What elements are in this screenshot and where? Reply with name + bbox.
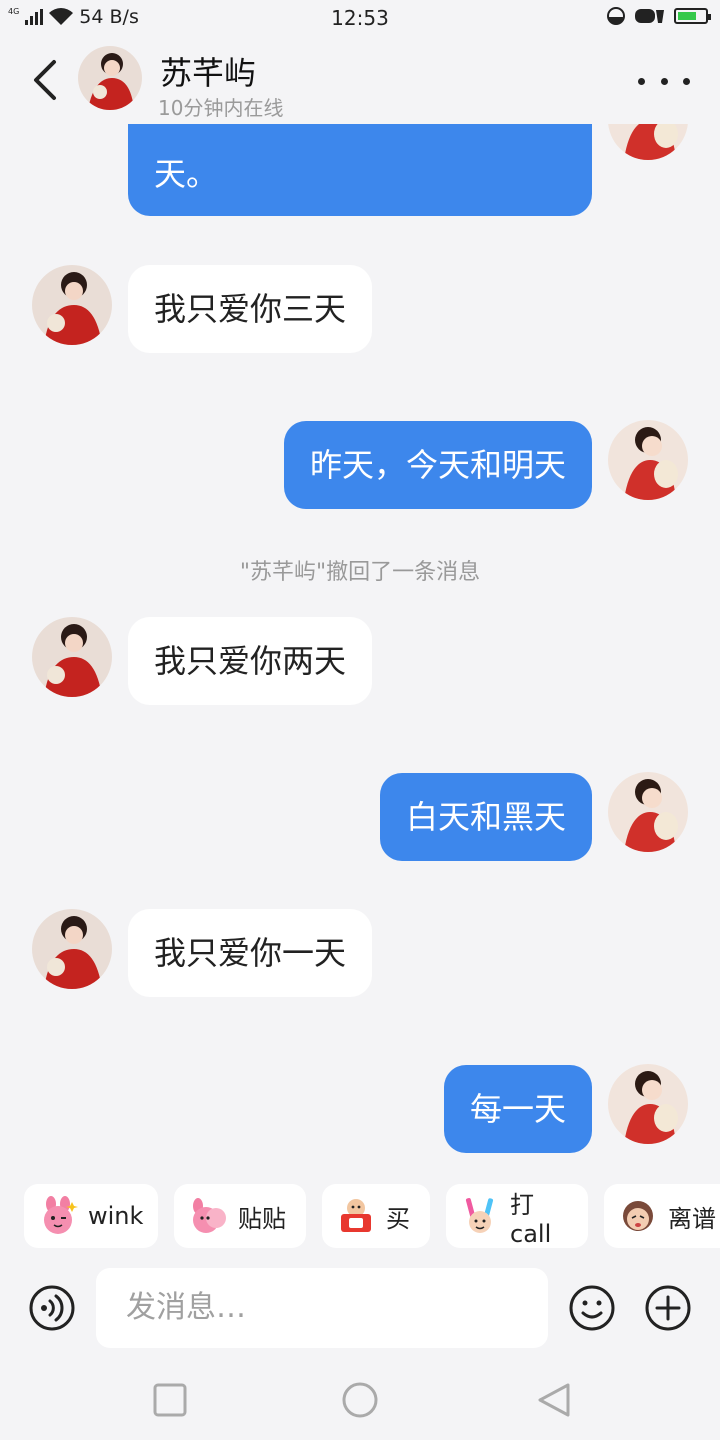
back-nav-icon[interactable] — [536, 1382, 572, 1418]
recent-apps-icon[interactable] — [152, 1382, 188, 1418]
status-bar: 4G 54 B/s 12:53 — [0, 0, 720, 38]
message-incoming: 我只爱你三天 — [0, 264, 720, 354]
quick-reaction-label: 离谱 — [668, 1204, 716, 1233]
message-text: 昨天，今天和明天 — [309, 446, 566, 484]
message-incoming: 我只爱你一天 — [0, 908, 720, 998]
message-text: 我只爱你一天 — [154, 934, 347, 972]
battery-icon — [674, 8, 711, 24]
outrageous-sticker-icon — [623, 1201, 653, 1231]
message-input[interactable]: 发消息… — [96, 1268, 548, 1348]
quick-reaction-lipu[interactable]: 离谱 — [604, 1184, 720, 1248]
quick-reaction-label: 打call — [510, 1190, 552, 1248]
contact-message-avatar[interactable] — [32, 909, 112, 989]
voice-input-icon[interactable] — [28, 1284, 76, 1332]
quick-reaction-tietie[interactable]: 贴贴 — [174, 1184, 306, 1248]
message-outgoing: 昨天，今天和明天 — [0, 420, 720, 510]
message-bubble[interactable]: 每一天 — [443, 1065, 592, 1153]
dnd-icon — [607, 7, 625, 25]
chat-header: 苏芊屿 10分钟内在线 — [0, 38, 720, 124]
recall-notice: "苏芊屿"撤回了一条消息 — [239, 560, 481, 585]
bunny-wink-sticker-icon — [44, 1196, 78, 1234]
quick-reaction-wink[interactable]: wink — [24, 1184, 158, 1248]
emoji-icon[interactable] — [568, 1284, 616, 1332]
message-composer: 发消息… — [0, 1268, 720, 1360]
message-text: 我只爱你三天 — [154, 290, 347, 328]
contact-avatar[interactable] — [78, 46, 142, 110]
message-text: 白天和黑天 — [405, 798, 566, 836]
home-icon[interactable] — [340, 1380, 380, 1420]
message-text: 我只爱你两天 — [154, 642, 347, 680]
contact-message-avatar[interactable] — [32, 617, 112, 697]
status-right — [606, 6, 711, 26]
more-options-icon[interactable] — [638, 66, 690, 96]
buy-sign-sticker-icon — [341, 1199, 371, 1232]
contact-message-avatar[interactable] — [32, 265, 112, 345]
message-bubble[interactable]: 我只爱你三天 — [128, 265, 373, 353]
quick-reaction-label: 买 — [386, 1204, 410, 1233]
message-text: 每一天 — [469, 1090, 566, 1128]
message-list: 天。 我只爱你三天 昨天，今天和明天 "苏芊屿"撤回了一条消息 我只爱你两天 白… — [0, 124, 720, 1160]
my-avatar[interactable] — [608, 124, 688, 160]
message-outgoing: 天。 — [0, 124, 720, 224]
message-outgoing: 每一天 — [0, 1064, 720, 1154]
my-avatar[interactable] — [608, 772, 688, 852]
quick-reaction-buy[interactable]: 买 — [322, 1184, 430, 1248]
my-avatar[interactable] — [608, 420, 688, 500]
message-bubble[interactable]: 白天和黑天 — [379, 773, 592, 861]
message-text: 天。 — [154, 155, 219, 193]
message-bubble[interactable]: 昨天，今天和明天 — [283, 421, 592, 509]
game-mode-icon — [635, 9, 664, 23]
quick-reaction-label: wink — [88, 1202, 144, 1230]
presence-status: 10分钟内在线 — [158, 96, 284, 120]
contact-name: 苏芊屿 — [160, 54, 257, 92]
quick-reaction-label: 贴贴 — [238, 1204, 286, 1233]
my-avatar[interactable] — [608, 1064, 688, 1144]
quick-reaction-dacall[interactable]: 打call — [446, 1184, 588, 1248]
glowstick-sticker-icon — [465, 1198, 494, 1233]
message-bubble[interactable]: 我只爱你两天 — [128, 617, 373, 705]
system-navigation-bar — [0, 1360, 720, 1440]
bunny-cuddle-sticker-icon — [193, 1198, 226, 1233]
add-attachment-icon[interactable] — [644, 1284, 692, 1332]
message-outgoing: 白天和黑天 — [0, 772, 720, 862]
message-bubble[interactable]: 天。 — [128, 124, 592, 216]
message-bubble[interactable]: 我只爱你一天 — [128, 909, 373, 997]
message-incoming: 我只爱你两天 — [0, 616, 720, 706]
quick-reaction-bar: wink 贴贴 买 打call 离谱 — [0, 1160, 720, 1268]
back-arrow-icon[interactable] — [28, 58, 64, 102]
